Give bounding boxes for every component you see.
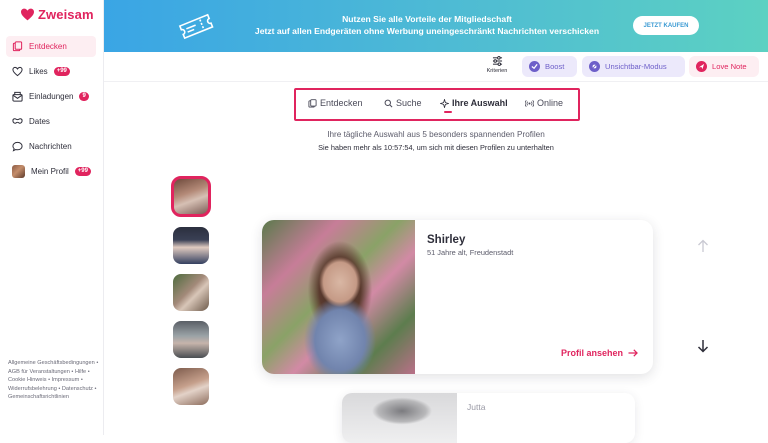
profile-thumbnail[interactable] bbox=[173, 368, 209, 405]
logo-text: Zweisam bbox=[38, 7, 94, 22]
search-icon bbox=[384, 99, 393, 107]
active-tab-indicator bbox=[444, 111, 452, 113]
view-profile-label: Profil ansehen bbox=[561, 348, 624, 358]
next-profile-photo bbox=[342, 393, 457, 443]
ticket-icon bbox=[178, 13, 214, 40]
sidebar-item-label: Likes bbox=[29, 67, 48, 76]
tab-label: Entdecken bbox=[320, 98, 363, 108]
sidebar-nav: Entdecken Likes +99 Einladungen 9 Dates … bbox=[6, 36, 96, 186]
sidebar-item-label: Entdecken bbox=[29, 42, 67, 51]
tab-ihre-auswahl[interactable]: Ihre Auswahl bbox=[440, 98, 508, 108]
invisible-mode-icon bbox=[589, 61, 600, 72]
avatar bbox=[12, 165, 25, 178]
profile-name: Shirley bbox=[427, 234, 466, 246]
profile-thumbnail[interactable] bbox=[171, 176, 211, 217]
sidebar-item-nachrichten[interactable]: Nachrichten bbox=[6, 136, 96, 157]
profile-count-badge: +99 bbox=[74, 167, 91, 176]
love-note-icon bbox=[696, 61, 707, 72]
love-note-label: Love Note bbox=[712, 62, 747, 71]
profile-thumbnails bbox=[171, 176, 211, 415]
heart-logo-icon bbox=[21, 8, 34, 21]
signal-icon bbox=[525, 99, 534, 107]
discover-tabs: Entdecken Suche Ihre Auswahl Online bbox=[294, 88, 580, 121]
heart-icon bbox=[12, 66, 23, 77]
buy-now-button[interactable]: JETZT KAUFEN bbox=[633, 16, 699, 35]
arrow-right-icon bbox=[628, 349, 638, 357]
sidebar-item-likes[interactable]: Likes +99 bbox=[6, 61, 96, 82]
sidebar-item-dates[interactable]: Dates bbox=[6, 111, 96, 132]
next-profile-name: Jutta bbox=[467, 402, 486, 412]
chat-bubble-icon bbox=[12, 141, 23, 152]
tab-online[interactable]: Online bbox=[525, 98, 563, 108]
invites-count-badge: 9 bbox=[79, 92, 89, 101]
sidebar-item-mein-profil[interactable]: Mein Profil +99 bbox=[6, 161, 96, 182]
logo[interactable]: Zweisam bbox=[20, 7, 94, 22]
invisible-mode-button[interactable]: Unsichtbar-Modus bbox=[582, 56, 685, 77]
love-note-button[interactable]: Love Note bbox=[689, 56, 759, 77]
sliders-icon bbox=[492, 56, 502, 66]
tab-suche[interactable]: Suche bbox=[384, 98, 422, 108]
promo-banner: Nutzen Sie alle Vorteile der Mitgliedsch… bbox=[104, 0, 768, 52]
banner-subtitle: Jetzt auf allen Endgeräten ohne Werbung … bbox=[254, 26, 600, 36]
invite-icon bbox=[12, 91, 23, 102]
sidebar-item-einladungen[interactable]: Einladungen 9 bbox=[6, 86, 96, 107]
daily-selection-info: Ihre tägliche Auswahl aus 5 besonders sp… bbox=[327, 130, 545, 139]
profile-thumbnail[interactable] bbox=[173, 274, 209, 311]
boost-label: Boost bbox=[545, 62, 565, 71]
sidebar-item-entdecken[interactable]: Entdecken bbox=[6, 36, 96, 57]
boost-button[interactable]: Boost bbox=[522, 56, 577, 77]
arrow-up-icon[interactable] bbox=[697, 239, 709, 253]
arrow-down-icon[interactable] bbox=[697, 339, 709, 353]
profile-details: 51 Jahre alt, Freudenstadt bbox=[427, 248, 514, 257]
profile-thumbnail[interactable] bbox=[173, 321, 209, 358]
countdown-info: Sie haben mehr als 10:57:54, um sich mit… bbox=[318, 143, 554, 152]
likes-count-badge: +99 bbox=[53, 67, 70, 76]
view-profile-link[interactable]: Profil ansehen bbox=[561, 348, 638, 358]
banner-title: Nutzen Sie alle Vorteile der Mitgliedsch… bbox=[342, 14, 512, 24]
boost-icon bbox=[529, 61, 540, 72]
next-profile-card[interactable]: Jutta bbox=[342, 393, 635, 443]
sidebar-item-label: Mein Profil bbox=[31, 167, 69, 176]
invisible-mode-label: Unsichtbar-Modus bbox=[605, 62, 667, 71]
cards-icon bbox=[12, 41, 23, 52]
sidebar-item-label: Dates bbox=[29, 117, 50, 126]
tab-entdecken[interactable]: Entdecken bbox=[308, 98, 363, 108]
dates-icon bbox=[12, 118, 23, 124]
sidebar-item-label: Nachrichten bbox=[29, 142, 72, 151]
tab-label: Suche bbox=[396, 98, 422, 108]
sidebar-item-label: Einladungen bbox=[29, 92, 74, 101]
profile-thumbnail[interactable] bbox=[173, 227, 209, 264]
footer-links[interactable]: Allgemeine Geschäftsbedingungen • AGB fü… bbox=[8, 359, 100, 402]
tab-label: Online bbox=[537, 98, 564, 108]
criteria-label: Kriterien bbox=[486, 68, 508, 74]
toolbar: Kriterien Boost Unsichtbar-Modus Love No… bbox=[104, 52, 768, 82]
tab-label: Ihre Auswahl bbox=[452, 98, 508, 108]
cards-icon bbox=[308, 98, 317, 108]
profile-photo[interactable] bbox=[262, 220, 415, 374]
profile-card[interactable]: Shirley 51 Jahre alt, Freudenstadt Profi… bbox=[262, 220, 653, 374]
sidebar: Zweisam Entdecken Likes +99 Einladungen … bbox=[0, 0, 104, 435]
sparkle-icon bbox=[440, 98, 449, 108]
criteria-button[interactable]: Kriterien bbox=[482, 56, 512, 74]
